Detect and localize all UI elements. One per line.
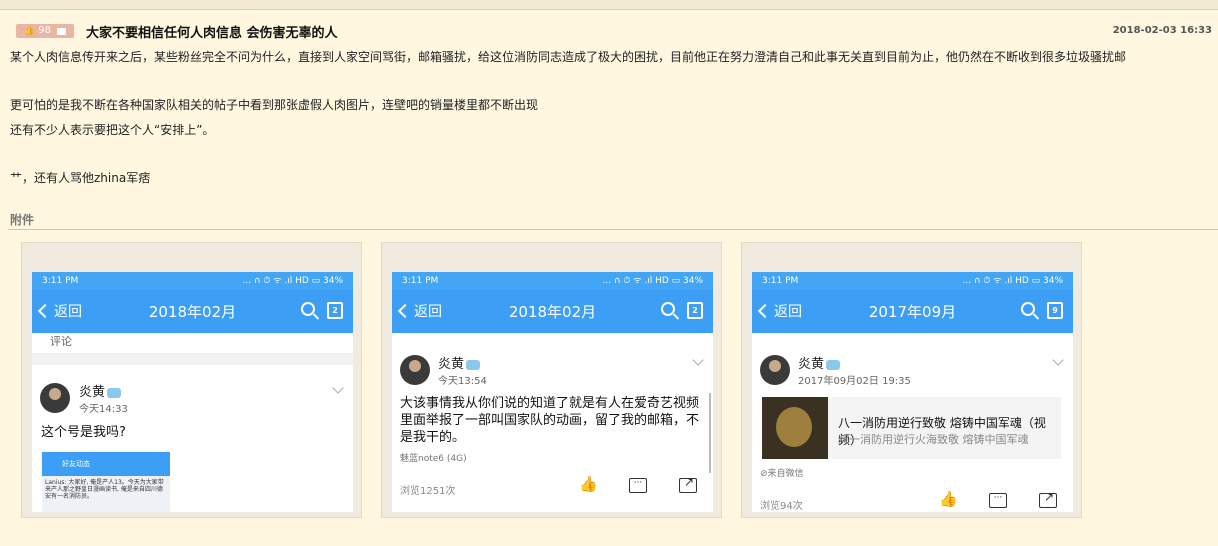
avatar — [400, 355, 430, 385]
share-icon — [1039, 490, 1057, 508]
search-icon — [1021, 302, 1035, 316]
vip-badge-icon — [466, 359, 481, 370]
post-title: 大家不要相信任何人肉信息 会伤害无辜的人 — [86, 26, 338, 41]
post-content-line: 是我干的。 — [400, 430, 466, 445]
search-icon — [301, 302, 315, 316]
comment-icon: ··· — [629, 478, 647, 493]
attachments-divider — [8, 229, 1218, 230]
calendar-icon: 9 — [1047, 302, 1063, 319]
username: 炎黄 — [798, 353, 841, 372]
comment-icon — [56, 27, 66, 35]
chevron-down-icon — [692, 354, 704, 366]
phone-screenshot: 3:11 PM ... ∩ ⏱ ᯤ .ıl HD ▭ 34% 返回 2018年0… — [392, 272, 713, 512]
view-count: 浏览1251次 — [400, 486, 456, 497]
source-label: ⊘来自微信 — [760, 469, 804, 479]
attachment-image[interactable]: 3:11 PM ... ∩ ⏱ ᯤ .ıl HD ▭ 34% 返回 2017年0… — [741, 242, 1082, 518]
like-icon: 👍 — [939, 490, 958, 508]
comment-icon: ··· — [989, 493, 1007, 508]
avatar — [40, 383, 70, 413]
device-label: 魅蓝note6 (4G) — [400, 454, 467, 464]
chevron-down-icon — [332, 382, 344, 394]
view-count: 浏览94次 — [760, 501, 803, 512]
post-content-line: 里面举报了一部叫国家队的动画，留了我的邮箱，不 — [400, 413, 700, 428]
calendar-icon: 2 — [327, 302, 343, 319]
feed: 炎黄 今天13:54 大该事情我从你们说的知道了就是有人在爱奇艺视频 里面举报了… — [392, 333, 713, 512]
share-icon — [679, 475, 697, 493]
phone-screenshot: 3:11 PM ... ∩ ⏱ ᯤ .ıl HD ▭ 34% 返回 2017年0… — [752, 272, 1073, 512]
post-body-line: 还有不少人表示要把这个人“安排上”。 — [10, 123, 215, 137]
comment-label: 评论 — [50, 335, 72, 348]
phone-screenshot: 3:11 PM ... ∩ ⏱ ᯤ .ıl HD ▭ 34% 返回 2018年0… — [32, 272, 353, 512]
post-time: 今天13:54 — [438, 376, 487, 387]
username: 炎黄 — [438, 353, 481, 372]
top-border — [0, 0, 1218, 10]
phone-nav-bar: 返回 2018年02月 2 — [392, 290, 713, 333]
thumbs-up-icon: 👍 — [24, 26, 36, 36]
chevron-down-icon — [1052, 354, 1064, 366]
phone-nav-bar: 返回 2017年09月 9 — [752, 290, 1073, 333]
vip-badge-icon — [107, 387, 122, 398]
post-body-line: 更可怕的是我不断在各种国家队相关的帖子中看到那张虚假人肉图片，连壁吧的销量楼里都… — [10, 98, 539, 112]
avatar — [760, 355, 790, 385]
embedded-screenshot: 好友动态 Lanius: 大家好, 俺是产人13。今天为大家带来产人那之野皇日漫… — [42, 452, 170, 512]
scrollbar — [709, 393, 711, 473]
post-body-line: 艹，还有人骂他zhina军痞 — [10, 171, 151, 185]
vip-badge-icon — [826, 359, 841, 370]
calendar-icon: 2 — [687, 302, 703, 319]
link-thumbnail — [762, 397, 828, 459]
link-icon: ⊘ — [760, 469, 768, 479]
post-date: 2018-02-03 16:33 — [1112, 25, 1212, 36]
post-body-line: 某个人肉信息传开来之后，某些粉丝完全不问为什么，直接到人家空间骂街，邮箱骚扰，给… — [10, 50, 1127, 64]
attachment-image[interactable]: 3:11 PM ... ∩ ⏱ ᯤ .ıl HD ▭ 34% 返回 2018年0… — [21, 242, 362, 518]
status-bar: 3:11 PM ... ∩ ⏱ ᯤ .ıl HD ▭ 34% — [752, 272, 1073, 290]
post-header: 👍 98 大家不要相信任何人肉信息 会伤害无辜的人 2018-02-03 16:… — [10, 22, 1218, 44]
link-subtitle: 八一消防用逆行火海致敬 熔铸中国军魂 — [838, 433, 1029, 446]
separator — [32, 353, 353, 365]
phone-nav-bar: 返回 2018年02月 2 — [32, 290, 353, 333]
post-time: 今天14:33 — [79, 404, 128, 415]
vote-badge[interactable]: 👍 98 — [16, 24, 74, 38]
shared-link-card: 八一消防用逆行致敬 熔铸中国军魂（视频） 八一消防用逆行火海致敬 熔铸中国军魂 — [762, 397, 1061, 459]
post-content: 这个号是我吗? — [41, 425, 126, 440]
username: 炎黄 — [79, 381, 122, 400]
attachment-image[interactable]: 3:11 PM ... ∩ ⏱ ᯤ .ıl HD ▭ 34% 返回 2018年0… — [381, 242, 722, 518]
attachments-label: 附件 — [10, 213, 35, 227]
status-bar: 3:11 PM ... ∩ ⏱ ᯤ .ıl HD ▭ 34% — [32, 272, 353, 290]
search-icon — [661, 302, 675, 316]
post-time: 2017年09月02日 19:35 — [798, 376, 911, 387]
like-icon: 👍 — [579, 475, 598, 493]
status-bar: 3:11 PM ... ∩ ⏱ ᯤ .ıl HD ▭ 34% — [392, 272, 713, 290]
feed: 炎黄 2017年09月02日 19:35 八一消防用逆行致敬 熔铸中国军魂（视频… — [752, 333, 1073, 512]
post-content-line: 大该事情我从你们说的知道了就是有人在爱奇艺视频 — [400, 396, 700, 411]
vote-count: 98 — [38, 25, 51, 36]
